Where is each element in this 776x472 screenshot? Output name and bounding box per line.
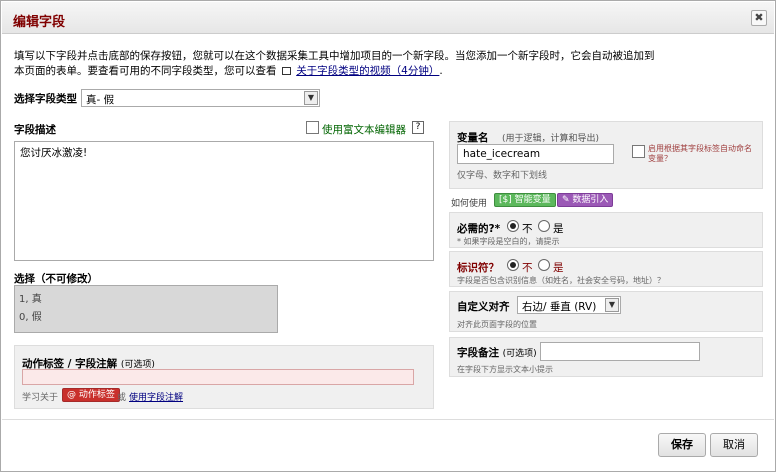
required-no-radio[interactable] xyxy=(507,220,519,232)
intro-prefix: 本页面的表单。要查看可用的不同字段类型，您可以查看 xyxy=(14,65,277,77)
choice-item: 0, 假 xyxy=(19,312,42,323)
alignment-value: 右边/ 垂直 (RV) xyxy=(522,301,597,313)
field-note-panel: 字段备注 (可选项) 在字段下方显示文本小提示 xyxy=(449,337,763,377)
variable-input[interactable]: hate_icecream xyxy=(457,144,614,164)
auto-name-checkbox[interactable] xyxy=(632,145,645,158)
intro-line-2: 本页面的表单。要查看可用的不同字段类型，您可以查看 关于字段类型的视频（4分钟）… xyxy=(14,63,443,78)
variable-hint: (用于逻辑，计算和导出) xyxy=(502,134,600,144)
field-desc-label: 字段描述 xyxy=(14,124,56,136)
required-no-label: 不 xyxy=(522,223,533,235)
required-note: * 如果字段是空白的，请提示 xyxy=(457,237,560,246)
variable-sublabel: 仅字母、数字和下划线 xyxy=(457,171,548,181)
chevron-down-icon: ▼ xyxy=(304,91,318,105)
identifier-note: 字段是否包含识别信息（如姓名，社会安全号码，地址）？ xyxy=(457,276,665,285)
field-type-select[interactable]: 真- 假 ▼ xyxy=(81,89,320,107)
identifier-no-radio[interactable] xyxy=(507,259,519,271)
close-icon[interactable]: ✖ xyxy=(751,10,767,26)
alignment-note: 对齐此页面字段的位置 xyxy=(457,320,537,329)
field-types-video-link[interactable]: 关于字段类型的视频（4分钟） xyxy=(296,65,439,77)
smart-variables-button[interactable]: [$] 智能变量 xyxy=(494,193,556,207)
variable-value: hate_icecream xyxy=(463,148,541,160)
alignment-label: 自定义对齐 xyxy=(457,301,510,313)
how-to-label: 如何使用 xyxy=(451,199,488,209)
action-tags-input[interactable] xyxy=(22,369,414,385)
dialog-footer: 保存 取消 xyxy=(2,419,774,471)
field-type-label: 选择字段类型 xyxy=(14,93,77,105)
identifier-yes-radio[interactable] xyxy=(538,259,550,271)
or-text: 或 xyxy=(117,393,127,403)
auto-name-label: 启用根据其字段标签自动命名变量？ xyxy=(648,144,752,163)
field-desc-value: 您讨厌冰激凌! xyxy=(20,147,88,159)
cancel-button[interactable]: 取消 xyxy=(710,433,758,457)
field-desc-textarea[interactable]: 您讨厌冰激凌! xyxy=(14,141,434,261)
rich-text-label: 使用富文本编辑器 xyxy=(322,124,406,136)
field-note-hint: 在字段下方显示文本小提示 xyxy=(457,365,553,374)
field-note-label: 字段备注 (可选项) xyxy=(457,345,537,360)
save-button[interactable]: 保存 xyxy=(658,433,706,457)
alignment-panel: 自定义对齐 右边/ 垂直 (RV) ▼ 对齐此页面字段的位置 xyxy=(449,291,763,332)
field-type-value: 真- 假 xyxy=(86,94,115,106)
action-tags-panel: 动作标签 / 字段注解 (可选项) 学习关于 @ 动作标签 或 使用字段注解 xyxy=(14,345,434,409)
choices-label: 选择（不可修改） xyxy=(14,273,98,285)
identifier-label: 标识符？ xyxy=(457,262,499,274)
intro-suffix: . xyxy=(439,65,443,77)
piping-button[interactable]: ✎ 数据引入 xyxy=(557,193,614,207)
help-icon[interactable]: ? xyxy=(412,121,424,134)
intro-line-1: 填写以下字段并点击底部的保存按钮，您就可以在这个数据采集工具中增加项目的一个新字… xyxy=(14,50,655,62)
dialog-titlebar: 编辑字段 ✖ xyxy=(2,2,774,34)
required-yes-label: 是 xyxy=(553,223,564,235)
required-label: 必需的?* xyxy=(457,223,501,235)
identifier-no-label: 不 xyxy=(522,262,533,274)
required-yes-radio[interactable] xyxy=(538,220,550,232)
dialog-title: 编辑字段 xyxy=(13,15,66,30)
field-annotation-link[interactable]: 使用字段注解 xyxy=(129,390,183,403)
identifier-panel: 标识符？ 不 是 字段是否包含识别信息（如姓名，社会安全号码，地址）？ xyxy=(449,251,763,287)
choice-item: 1, 真 xyxy=(19,294,42,305)
variable-label: 变量名 xyxy=(457,132,489,144)
learn-about-text: 学习关于 xyxy=(22,393,59,403)
variable-panel: 变量名 (用于逻辑，计算和导出) hate_icecream 仅字母、数字和下划… xyxy=(449,121,763,189)
field-note-optional: (可选项) xyxy=(502,349,537,359)
alignment-select[interactable]: 右边/ 垂直 (RV) ▼ xyxy=(517,296,621,314)
required-panel: 必需的?* 不 是 * 如果字段是空白的，请提示 xyxy=(449,212,763,248)
identifier-yes-label: 是 xyxy=(553,262,564,274)
chevron-down-icon: ▼ xyxy=(605,298,619,312)
choices-box: 1, 真 0, 假 xyxy=(14,285,278,333)
field-note-input[interactable] xyxy=(540,342,700,361)
piping-label: 数据引入 xyxy=(572,195,609,205)
field-note-label-text: 字段备注 xyxy=(457,347,499,359)
video-icon xyxy=(281,67,291,75)
edit-field-dialog: 编辑字段 ✖ 填写以下字段并点击底部的保存按钮，您就可以在这个数据采集工具中增加… xyxy=(0,0,776,472)
rich-text-checkbox[interactable] xyxy=(306,121,319,134)
action-tags-button[interactable]: @ 动作标签 xyxy=(62,388,120,402)
pencil-icon: ✎ xyxy=(562,195,570,205)
